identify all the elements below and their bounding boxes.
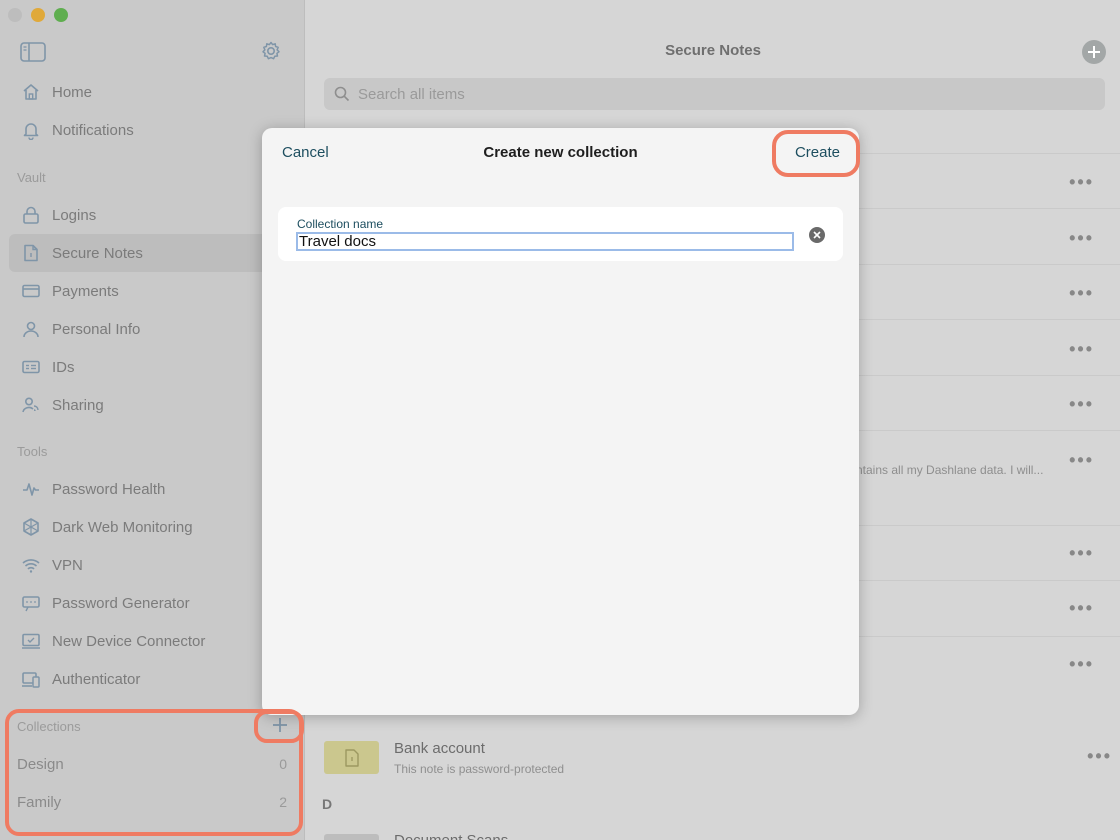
generator-icon [20, 592, 42, 614]
wifi-icon [20, 554, 42, 576]
sidebar-item-label: Secure Notes [52, 244, 143, 262]
more-options-button[interactable]: ••• [1069, 450, 1094, 471]
pulse-icon [20, 478, 42, 500]
search-input[interactable]: Search all items [324, 78, 1105, 110]
collection-count: 2 [279, 794, 287, 810]
note-icon [324, 741, 379, 774]
gear-icon[interactable] [260, 40, 282, 67]
sidebar-top-icons [20, 40, 282, 64]
collection-name-input[interactable] [296, 232, 794, 251]
list-item[interactable]: Bank account This note is password-prote… [324, 730, 1120, 785]
section-letter: D [322, 796, 333, 812]
sidebar-item-dark-web-monitoring[interactable]: Dark Web Monitoring [9, 508, 304, 546]
person-icon [20, 318, 42, 340]
more-options-button[interactable]: ••• [1069, 654, 1094, 675]
close-icon [813, 231, 821, 239]
more-options-button[interactable]: ••• [1087, 746, 1112, 767]
window-maximize-button[interactable] [54, 8, 68, 22]
sidebar-item-password-generator[interactable]: Password Generator [9, 584, 304, 622]
sidebar-item-label: Password Generator [52, 594, 190, 612]
more-options-button[interactable]: ••• [1069, 283, 1094, 304]
search-placeholder: Search all items [358, 85, 465, 103]
sidebar-item-notifications[interactable]: Notifications [9, 111, 304, 149]
note-icon [324, 834, 379, 840]
sidebar-item-label: VPN [52, 556, 83, 574]
sidebar-item-new-device-connector[interactable]: New Device Connector [9, 622, 304, 660]
window-minimize-button[interactable] [31, 8, 45, 22]
note-preview: ntains all my Dashlane data. I will... [856, 463, 1044, 477]
collection-label: Design [17, 756, 64, 773]
sidebar-item-password-health[interactable]: Password Health [9, 470, 304, 508]
authenticator-icon [20, 668, 42, 690]
sidebar-item-label: IDs [52, 358, 75, 376]
sidebar-item-payments[interactable]: Payments [9, 272, 304, 310]
sidebar-item-label: Notifications [52, 121, 134, 139]
sidebar-item-label: Password Health [52, 480, 166, 498]
card-icon [20, 280, 42, 302]
dialog-title: Create new collection [483, 144, 638, 161]
sidebar-item-logins[interactable]: Logins 1 [9, 196, 304, 234]
home-icon [20, 81, 42, 103]
login-icon [20, 204, 42, 226]
id-icon [20, 356, 42, 378]
sidebar-item-label: Personal Info [52, 320, 141, 338]
more-options-button[interactable]: ••• [1069, 543, 1094, 564]
vault-section-label: Vault [17, 170, 46, 185]
add-item-button[interactable] [1082, 40, 1106, 64]
collection-count: 0 [279, 756, 287, 772]
collection-label: Family [17, 794, 62, 811]
collection-name-field: Collection name [278, 207, 843, 261]
sidebar-toggle-icon[interactable] [20, 42, 46, 67]
sidebar-item-personal-info[interactable]: Personal Info [9, 310, 304, 348]
create-collection-dialog: Create new collection Cancel Create Coll… [262, 128, 859, 715]
sharing-icon [20, 394, 42, 416]
create-button[interactable]: Create [795, 144, 840, 161]
window-controls [8, 8, 68, 22]
clear-input-button[interactable] [809, 227, 825, 243]
sidebar-collection-design[interactable]: Design 0 [17, 756, 287, 773]
sidebar-item-label: Logins [52, 206, 97, 224]
device-icon [20, 630, 42, 652]
window-close-button[interactable] [8, 8, 22, 22]
sidebar-item-secure-notes[interactable]: Secure Notes [9, 234, 304, 272]
sidebar-collection-family[interactable]: Family 2 [17, 794, 287, 811]
search-icon [334, 86, 350, 102]
field-label: Collection name [297, 217, 384, 231]
bell-icon [20, 119, 42, 141]
note-subtitle: This note is password-protected [394, 762, 565, 776]
more-options-button[interactable]: ••• [1069, 598, 1094, 619]
more-options-button[interactable]: ••• [1069, 339, 1094, 360]
sidebar-item-label: Home [52, 83, 93, 101]
more-options-button[interactable]: ••• [1069, 172, 1094, 193]
sidebar-item-label: New Device Connector [52, 632, 206, 650]
sidebar-item-label: Dark Web Monitoring [52, 518, 193, 536]
sidebar-item-sharing[interactable]: Sharing [9, 386, 304, 424]
sidebar-item-vpn[interactable]: VPN [9, 546, 304, 584]
radar-icon [20, 516, 42, 538]
more-options-button[interactable]: ••• [1069, 394, 1094, 415]
sidebar-item-label: Sharing [52, 396, 104, 414]
tools-section-label: Tools [17, 444, 48, 459]
note-title: Bank account [394, 740, 485, 757]
collections-section-label: Collections [17, 719, 81, 734]
more-options-button[interactable]: ••• [1069, 228, 1094, 249]
add-collection-button[interactable] [270, 715, 290, 735]
sidebar-item-label: Authenticator [52, 670, 141, 688]
plus-icon [1088, 46, 1100, 58]
note-icon [20, 242, 42, 264]
sidebar-item-ids[interactable]: IDs [9, 348, 304, 386]
note-title: Document Scans [394, 832, 508, 840]
sidebar-item-home[interactable]: Home [9, 73, 304, 111]
sidebar: Home Notifications Vault Logins 1 Secure… [0, 0, 305, 840]
cancel-button[interactable]: Cancel [282, 144, 329, 161]
sidebar-item-authenticator[interactable]: Authenticator [9, 660, 304, 698]
sidebar-item-label: Payments [52, 282, 119, 300]
page-title: Secure Notes [665, 42, 761, 59]
